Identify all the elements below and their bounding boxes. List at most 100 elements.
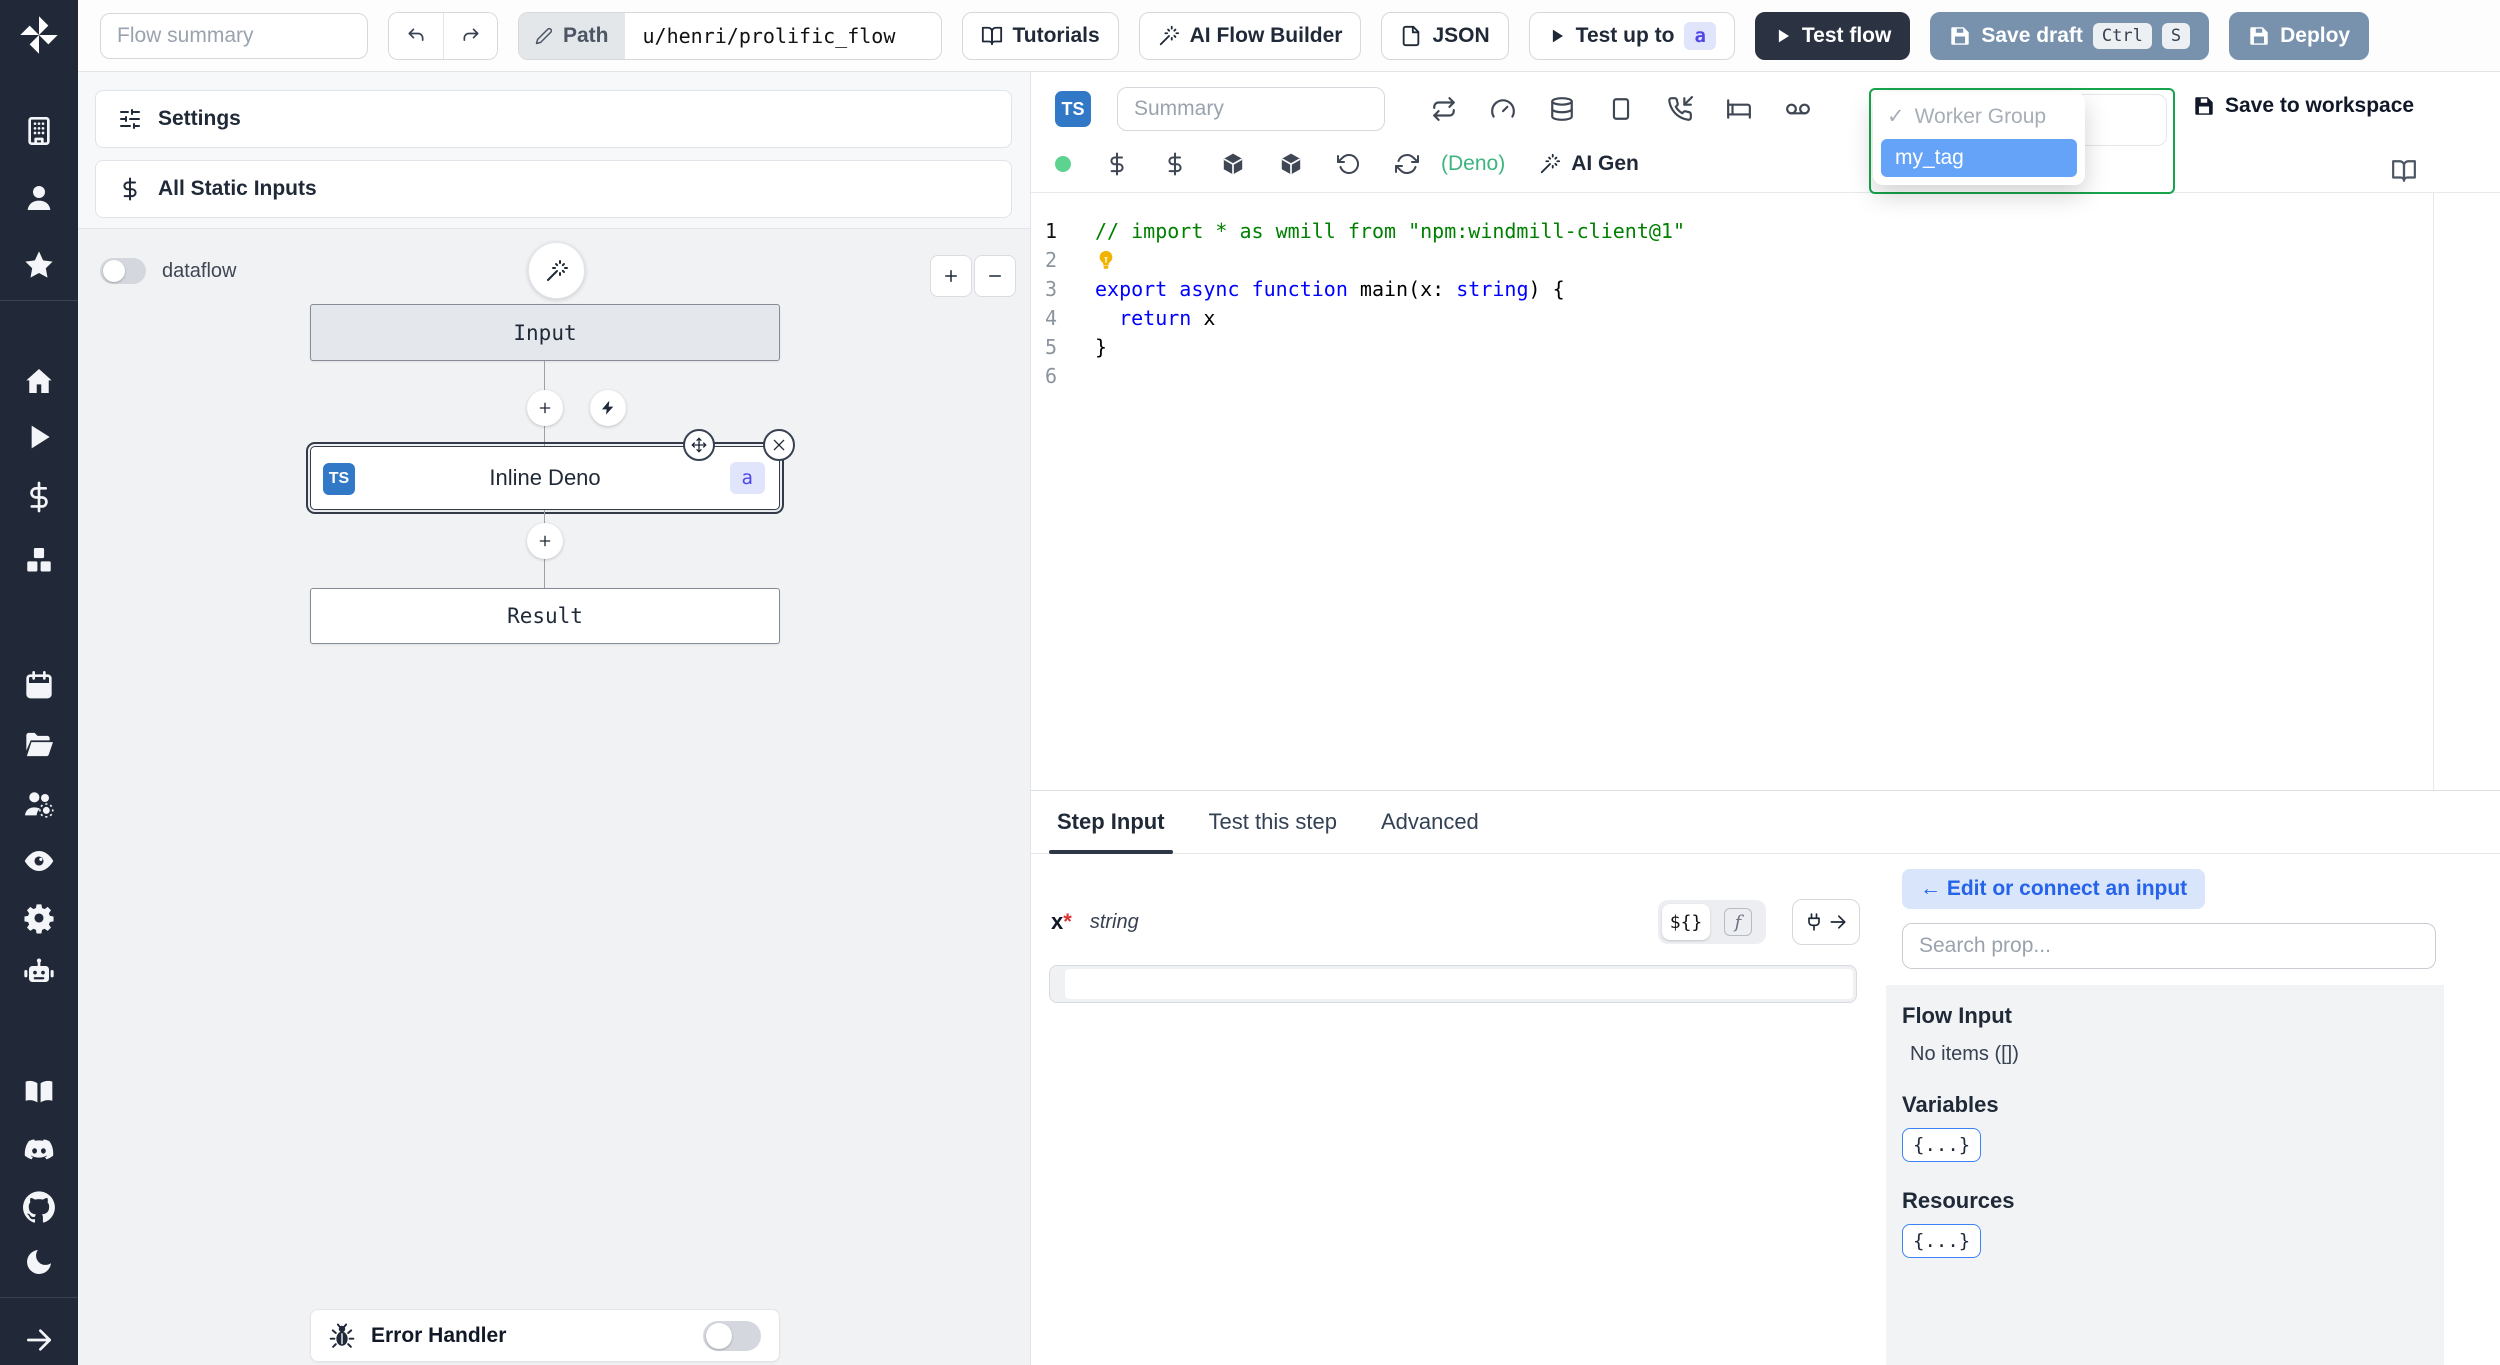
dataflow-toggle[interactable] [100,258,146,284]
drag-handle[interactable] [1053,969,1065,999]
refresh-icon[interactable] [1395,152,1419,176]
tab-test-this-step[interactable]: Test this step [1209,791,1337,853]
ai-gen-label: AI Gen [1571,152,1639,175]
resources-object-badge[interactable]: {...} [1902,1224,1982,1258]
undo-icon [406,26,426,46]
undo-redo-group [388,11,498,60]
trigger-button[interactable] [590,390,626,426]
save-to-workspace-button[interactable]: Save to workspace [2193,94,2414,118]
dollar-icon[interactable] [1163,152,1187,176]
ai-gen-button[interactable]: AI Gen [1539,152,1639,176]
dollar-icon[interactable] [23,481,55,513]
worker-group-option-selected[interactable]: my_tag [1881,139,2077,177]
repeat-icon[interactable] [1431,96,1457,122]
error-handler-toggle[interactable] [703,1320,761,1351]
test-flow-button[interactable]: Test flow [1754,11,1911,60]
database-icon[interactable] [1549,96,1575,122]
path-label: Path [519,12,625,59]
minus-icon [986,267,1004,285]
arrow-right-icon[interactable] [23,1324,55,1356]
ai-flow-builder-button[interactable]: AI Flow Builder [1138,11,1362,60]
input-mode-toggle: ${} f [1658,900,1766,944]
cubes-icon[interactable] [23,544,55,576]
calendar-icon[interactable] [23,669,55,701]
moon-icon[interactable] [23,1246,55,1278]
building-icon[interactable] [23,115,55,147]
all-static-inputs-card[interactable]: All Static Inputs [95,160,1012,218]
dollar-icon[interactable] [1105,152,1129,176]
input-node[interactable]: Input [310,304,780,361]
undo-button[interactable] [389,12,443,59]
zoom-out-button[interactable] [974,255,1016,297]
delete-step-button[interactable] [763,429,795,461]
robot-icon[interactable] [23,956,55,988]
wand-icon [1158,25,1180,47]
rotate-ccw-icon[interactable] [1337,152,1361,176]
star-icon[interactable] [23,249,55,281]
users-gear-icon[interactable] [23,788,55,820]
path-value[interactable]: u/henri/prolific_flow [625,13,941,59]
code-line: 2 [1031,246,2433,275]
save-draft-button[interactable]: Save draft Ctrl S [1930,11,2210,60]
github-icon[interactable] [23,1191,55,1223]
step-summary-input[interactable] [1117,87,1385,131]
windmill-logo-icon[interactable] [17,13,61,57]
field-value-input[interactable] [1065,969,1853,999]
package-icon[interactable] [1279,152,1303,176]
ai-builder-fab[interactable] [528,242,585,299]
field-name: x [1051,909,1064,934]
test-flow-label: Test flow [1801,23,1892,47]
edit-or-connect-button[interactable]: ← Edit or connect an input [1902,869,2206,909]
resources-title: Resources [1902,1188,2015,1213]
move-step-handle[interactable] [683,429,715,461]
step-input-form: x * string ${} f [1031,853,1886,1365]
discord-icon[interactable] [23,1134,55,1166]
plus-icon [537,533,553,549]
editor-toolbar: (Deno) AI Gen [1031,136,2500,192]
inline-deno-node[interactable]: TS Inline Deno a [306,429,795,514]
insert-step-button[interactable] [527,390,563,426]
code-editor[interactable]: 1// import * as wmill from "npm:windmill… [1031,193,2434,790]
field-type: string [1089,910,1139,933]
code-line: 4 return x [1031,304,2433,333]
deploy-button[interactable]: Deploy [2229,11,2370,60]
settings-card[interactable]: Settings [95,90,1012,148]
variables-object-badge[interactable]: {...} [1902,1128,1982,1162]
bed-icon[interactable] [1726,96,1752,122]
lightbulb-icon[interactable] [1095,249,1117,271]
prop-search-input[interactable] [1902,923,2436,969]
square-icon[interactable] [1608,96,1634,122]
user-icon[interactable] [23,182,55,214]
line-number: 4 [1045,306,1058,330]
json-button[interactable]: JSON [1381,11,1509,60]
test-up-to-button[interactable]: Test up to a [1528,11,1735,60]
bottom-panel: Step Input Test this step Advanced x * str… [1030,790,2500,1365]
tab-step-input[interactable]: Step Input [1049,791,1173,854]
insert-step-button[interactable] [527,523,563,559]
topbar: Path u/henri/prolific_flow Tutorials AI … [78,0,2500,72]
tab-advanced[interactable]: Advanced [1381,791,1479,853]
voicemail-icon[interactable] [1785,96,1811,122]
prop-picker: ← Edit or connect an input Flow Input No… [1886,853,2500,1365]
result-node[interactable]: Result [310,588,780,644]
library-icon[interactable] [2391,158,2417,184]
phone-incoming-icon[interactable] [1667,96,1693,122]
gear-icon[interactable] [23,902,55,934]
js-expression-toggle[interactable]: f [1714,904,1762,940]
folder-open-icon[interactable] [23,728,55,760]
tutorials-button[interactable]: Tutorials [961,11,1119,60]
path-editor[interactable]: Path u/henri/prolific_flow [518,11,942,60]
flow-summary-input[interactable] [100,12,368,59]
kbd-s: S [2161,22,2191,49]
book-open-icon[interactable] [23,1076,55,1108]
gauge-icon[interactable] [1490,96,1516,122]
connect-input-button[interactable] [1792,899,1860,945]
home-icon[interactable] [23,365,55,397]
play-icon[interactable] [23,421,55,453]
template-string-toggle[interactable]: ${} [1662,904,1710,940]
eye-icon[interactable] [23,845,55,877]
zoom-in-button[interactable] [930,255,972,297]
worker-group-header: ✓ Worker Group [1881,100,2077,139]
package-icon[interactable] [1221,152,1245,176]
redo-button[interactable] [443,12,497,59]
